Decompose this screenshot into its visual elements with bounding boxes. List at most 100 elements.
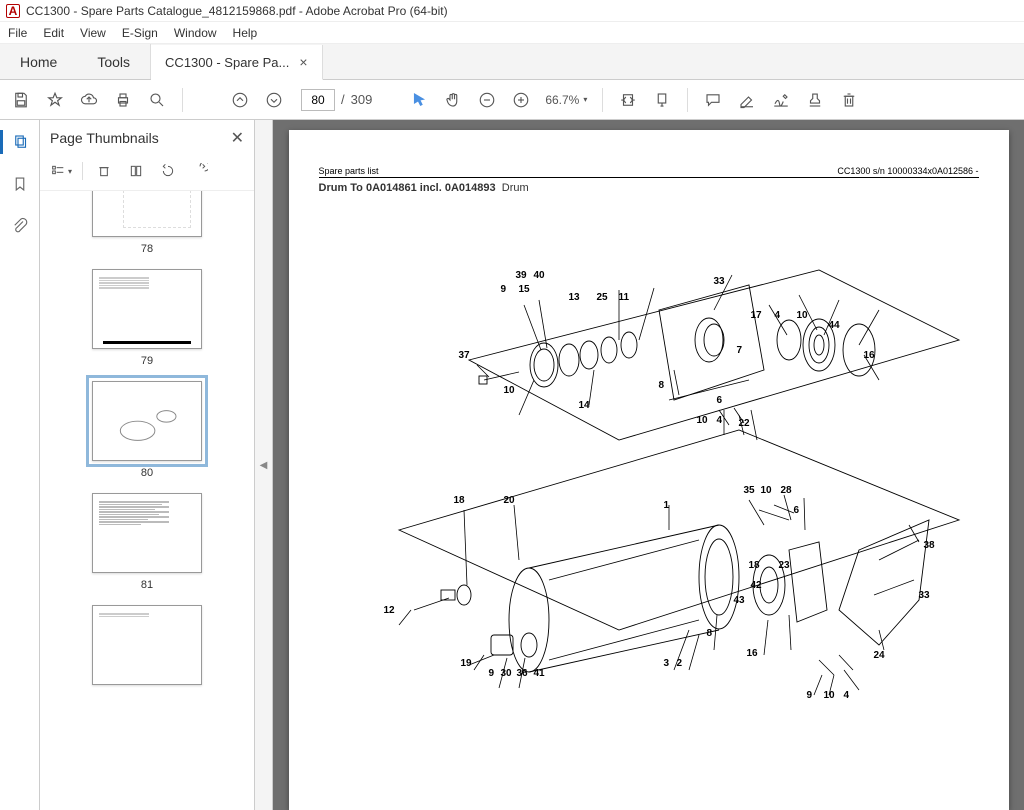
thumbnail-label: 78 — [141, 243, 153, 255]
thumbnail-item[interactable]: 80 — [40, 381, 254, 479]
star-icon[interactable] — [40, 85, 70, 115]
thumbnails-scroll[interactable]: 78 79 80 — [40, 191, 254, 810]
callout: 6 — [717, 395, 723, 406]
sign-icon[interactable] — [766, 85, 796, 115]
pdf-page: Spare parts list CC1300 s/n 10000334x0A0… — [289, 130, 1009, 810]
callout: 15 — [519, 284, 530, 295]
document-view[interactable]: Spare parts list CC1300 s/n 10000334x0A0… — [273, 120, 1024, 810]
callout: 14 — [579, 400, 590, 411]
thumbnails-options-icon[interactable]: ▾ — [50, 160, 72, 182]
callout: 17 — [751, 310, 762, 321]
thumbnails-rotate-ccw-icon[interactable] — [157, 160, 179, 182]
menu-edit[interactable]: Edit — [43, 26, 64, 40]
thumbnails-tools: ▾ — [40, 156, 254, 191]
callout: 28 — [781, 485, 792, 496]
callout: 18 — [749, 560, 760, 571]
thumbnails-rail-icon[interactable] — [0, 130, 39, 154]
stamp-icon[interactable] — [800, 85, 830, 115]
zoom-dropdown[interactable]: 66.7% ▾ — [540, 90, 592, 110]
find-icon[interactable] — [142, 85, 172, 115]
comment-icon[interactable] — [698, 85, 728, 115]
callout: 20 — [504, 495, 515, 506]
callout: 23 — [779, 560, 790, 571]
zoom-value: 66.7% — [545, 93, 579, 107]
callout: 44 — [829, 320, 840, 331]
thumbnails-delete-icon[interactable] — [93, 160, 115, 182]
callout: 18 — [454, 495, 465, 506]
hand-tool-icon[interactable] — [438, 85, 468, 115]
callout: 10 — [504, 385, 515, 396]
hometools-group: Home Tools — [0, 44, 151, 79]
zoom-out-icon[interactable] — [472, 85, 502, 115]
menu-esign[interactable]: E-Sign — [122, 26, 158, 40]
menu-file[interactable]: File — [8, 26, 27, 40]
thumbnails-header: Page Thumbnails ✕ — [40, 120, 254, 156]
callout: 10 — [824, 690, 835, 701]
callout: 13 — [569, 292, 580, 303]
callout: 33 — [919, 590, 930, 601]
callout: 22 — [739, 418, 750, 429]
page-header: Spare parts list CC1300 s/n 10000334x0A0… — [319, 166, 979, 178]
fit-page-icon[interactable] — [647, 85, 677, 115]
callout: 9 — [489, 668, 495, 679]
thumbnails-close-icon[interactable]: ✕ — [231, 128, 244, 148]
cloud-upload-icon[interactable] — [74, 85, 104, 115]
tab-document-close-icon[interactable]: × — [299, 54, 307, 70]
page-number-input[interactable] — [301, 89, 335, 111]
page-up-icon[interactable] — [225, 85, 255, 115]
callout: 35 — [744, 485, 755, 496]
page-header-right: CC1300 s/n 10000334x0A012586 - — [837, 166, 978, 176]
callout: 25 — [597, 292, 608, 303]
thumbnails-extract-icon[interactable] — [125, 160, 147, 182]
fit-width-icon[interactable] — [613, 85, 643, 115]
tab-tools[interactable]: Tools — [77, 54, 150, 70]
diagram-svg — [319, 250, 979, 770]
tab-document[interactable]: CC1300 - Spare Pa... × — [151, 45, 322, 80]
thumbnails-title: Page Thumbnails — [50, 130, 159, 146]
main-area: Page Thumbnails ✕ ▾ 78 — [0, 120, 1024, 810]
thumbnail-item[interactable]: 79 — [40, 269, 254, 367]
callout: 7 — [737, 345, 743, 356]
thumbnail-item[interactable] — [40, 605, 254, 685]
callout: 33 — [714, 276, 725, 287]
menu-view[interactable]: View — [80, 26, 106, 40]
callout: 4 — [775, 310, 781, 321]
callout: 30 — [501, 668, 512, 679]
selection-tool-icon[interactable] — [404, 85, 434, 115]
thumbnail-label: 81 — [141, 579, 153, 591]
thumbnail-label: 80 — [141, 467, 153, 479]
thumbnail-item[interactable]: 78 — [40, 191, 254, 255]
menu-window[interactable]: Window — [174, 26, 217, 40]
callout: 1 — [664, 500, 670, 511]
panel-collapse-handle[interactable]: ◀ — [255, 120, 273, 810]
thumbnail-preview — [92, 493, 202, 573]
print-icon[interactable] — [108, 85, 138, 115]
callout: 4 — [844, 690, 850, 701]
page-down-icon[interactable] — [259, 85, 289, 115]
callout: 36 — [517, 668, 528, 679]
collapse-left-icon: ◀ — [260, 460, 268, 471]
attachments-rail-icon[interactable] — [8, 214, 32, 238]
thumbnail-label: 79 — [141, 355, 153, 367]
highlight-icon[interactable] — [732, 85, 762, 115]
callout: 43 — [734, 595, 745, 606]
save-icon[interactable] — [6, 85, 36, 115]
menu-help[interactable]: Help — [233, 26, 258, 40]
tab-home[interactable]: Home — [0, 54, 77, 70]
thumbnail-preview — [92, 605, 202, 685]
thumbnail-preview — [92, 191, 202, 237]
page-sep: / — [341, 92, 345, 107]
callout: 42 — [751, 580, 762, 591]
page-indicator: / 309 — [301, 89, 372, 111]
toolbar: / 309 66.7% ▾ — [0, 80, 1024, 120]
delete-icon[interactable] — [834, 85, 864, 115]
thumbnails-rotate-cw-icon[interactable] — [189, 160, 211, 182]
thumbnail-item[interactable]: 81 — [40, 493, 254, 591]
callout: 39 — [516, 270, 527, 281]
callout: 40 — [534, 270, 545, 281]
zoom-in-icon[interactable] — [506, 85, 536, 115]
callout: 16 — [747, 648, 758, 659]
callout: 11 — [619, 292, 630, 303]
bookmark-rail-icon[interactable] — [8, 172, 32, 196]
page-title: Drum To 0A014861 incl. 0A014893 Drum — [319, 182, 979, 194]
